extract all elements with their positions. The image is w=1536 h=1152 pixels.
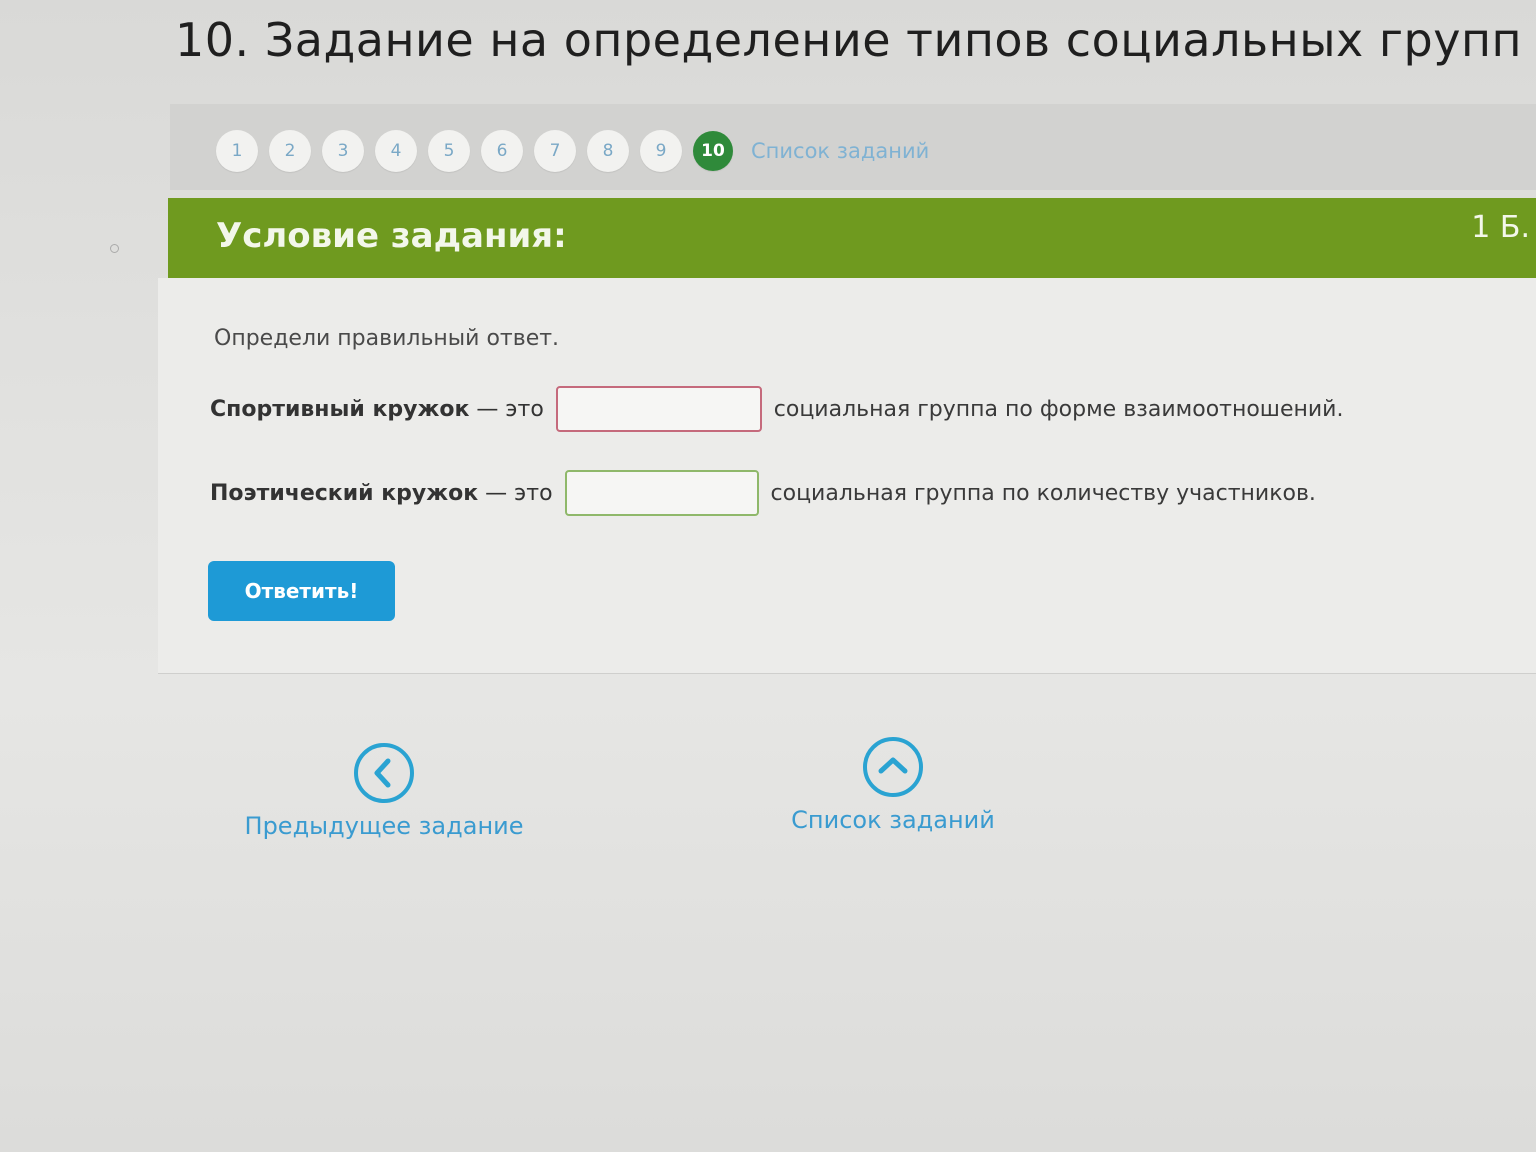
previous-task-label[interactable]: Предыдущее задание [245, 812, 524, 840]
answer-input-1[interactable] [555, 386, 762, 432]
page-button-5[interactable]: 5 [428, 130, 470, 172]
task-pager: 1 2 3 4 5 6 7 8 9 10 Список заданий [216, 126, 929, 176]
page-button-7[interactable]: 7 [534, 130, 576, 172]
task-instruction: Определи правильный ответ. [214, 326, 560, 351]
question-row-1: Спортивный кружок — это социальная групп… [210, 386, 1343, 432]
page-button-1[interactable]: 1 [216, 130, 258, 172]
question-row-2: Поэтический кружок — это социальная груп… [210, 470, 1316, 516]
page-button-3[interactable]: 3 [322, 130, 364, 172]
page-button-4[interactable]: 4 [375, 130, 417, 172]
page-button-9[interactable]: 9 [640, 130, 682, 172]
task-score: 1 Б. [1471, 210, 1530, 245]
question-1-suffix: социальная группа по форме взаимоотношен… [773, 396, 1344, 422]
page-button-8[interactable]: 8 [587, 130, 629, 172]
previous-task-button[interactable]: Предыдущее задание [245, 742, 524, 840]
task-list-link[interactable]: Список заданий [751, 139, 929, 163]
task-list-button[interactable]: Список заданий [790, 736, 996, 834]
question-1-prefix: Спортивный кружок — это [210, 396, 544, 422]
page-title: 10. Задание на определение типов социаль… [175, 13, 1523, 67]
task-list-label[interactable]: Список заданий [791, 806, 995, 834]
page-button-6[interactable]: 6 [481, 130, 523, 172]
chevron-left-circle-icon[interactable] [353, 742, 415, 804]
submit-answer-button[interactable]: Ответить! [208, 561, 395, 621]
chevron-up-circle-icon[interactable] [862, 736, 924, 798]
task-header: Условие задания: 1 Б. [168, 198, 1536, 278]
page-button-10-current[interactable]: 10 [693, 131, 733, 171]
task-content: Определи правильный ответ. Спортивный кр… [158, 278, 1536, 674]
question-2-prefix: Поэтический кружок — это [210, 480, 553, 506]
question-2-suffix: социальная группа по количеству участник… [770, 480, 1316, 506]
answer-input-2[interactable] [564, 470, 759, 516]
task-header-title: Условие задания: [216, 216, 567, 256]
decorative-dot [110, 244, 119, 253]
page-button-2[interactable]: 2 [269, 130, 311, 172]
